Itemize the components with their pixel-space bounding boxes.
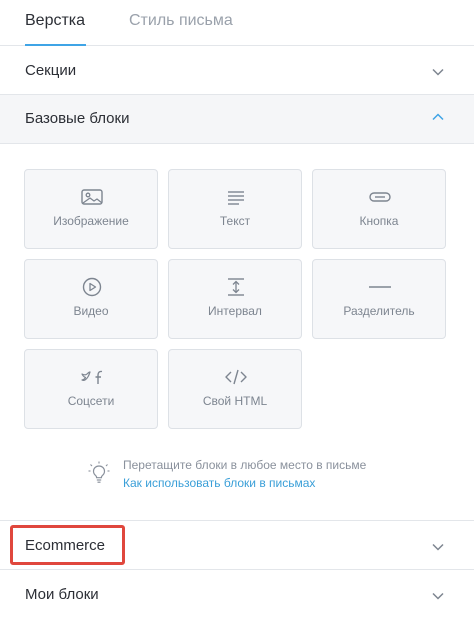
block-spacing-label: Интервал [208, 304, 262, 318]
chevron-down-icon [432, 68, 444, 76]
block-text-label: Текст [219, 214, 251, 228]
chevron-down-icon [432, 543, 444, 551]
tab-bar: Верстка Стиль письма [0, 0, 474, 46]
spacing-icon [228, 278, 244, 296]
code-icon [225, 369, 247, 385]
social-icon [81, 370, 103, 384]
section-sections-header[interactable]: Секции [0, 46, 474, 95]
block-button-label: Кнопка [359, 214, 399, 228]
tab-email-style-label: Стиль письма [129, 12, 233, 29]
block-divider[interactable]: Разделитель [312, 259, 446, 339]
section-my-blocks-label: Мои блоки [25, 586, 99, 603]
block-video[interactable]: Видео [24, 259, 158, 339]
block-image-label: Изображение [53, 214, 129, 228]
image-icon [81, 189, 103, 205]
play-icon [82, 277, 102, 297]
tab-layout-label: Верстка [25, 12, 86, 29]
block-divider-label: Разделитель [343, 304, 415, 318]
block-text[interactable]: Текст [168, 169, 302, 249]
block-video-label: Видео [73, 304, 109, 318]
block-social[interactable]: Соцсети [24, 349, 158, 429]
tab-layout[interactable]: Верстка [25, 11, 87, 46]
how-to-use-blocks-link[interactable]: Как использовать блоки в письмах [123, 476, 315, 490]
block-image[interactable]: Изображение [24, 169, 158, 249]
section-basic-blocks-header[interactable]: Базовые блоки [0, 95, 474, 144]
block-social-label: Соцсети [67, 394, 115, 408]
text-icon [228, 191, 244, 205]
section-my-blocks-header[interactable]: Мои блоки [0, 570, 474, 619]
button-icon [369, 192, 391, 202]
block-spacing[interactable]: Интервал [168, 259, 302, 339]
block-button[interactable]: Кнопка [312, 169, 446, 249]
chevron-down-icon [432, 592, 444, 600]
block-custom-html[interactable]: Свой HTML [168, 349, 302, 429]
block-custom-html-label: Свой HTML [202, 394, 268, 408]
ecommerce-highlight-box [10, 525, 125, 565]
chevron-up-icon [432, 113, 444, 121]
lightbulb-icon [88, 461, 110, 483]
drag-hint-text: Перетащите блоки в любое место в письме [123, 458, 367, 472]
tab-email-style[interactable]: Стиль письма [129, 11, 233, 31]
section-sections-label: Секции [25, 62, 77, 79]
divider-icon [369, 286, 391, 288]
section-basic-blocks-label: Базовые блоки [25, 110, 130, 127]
